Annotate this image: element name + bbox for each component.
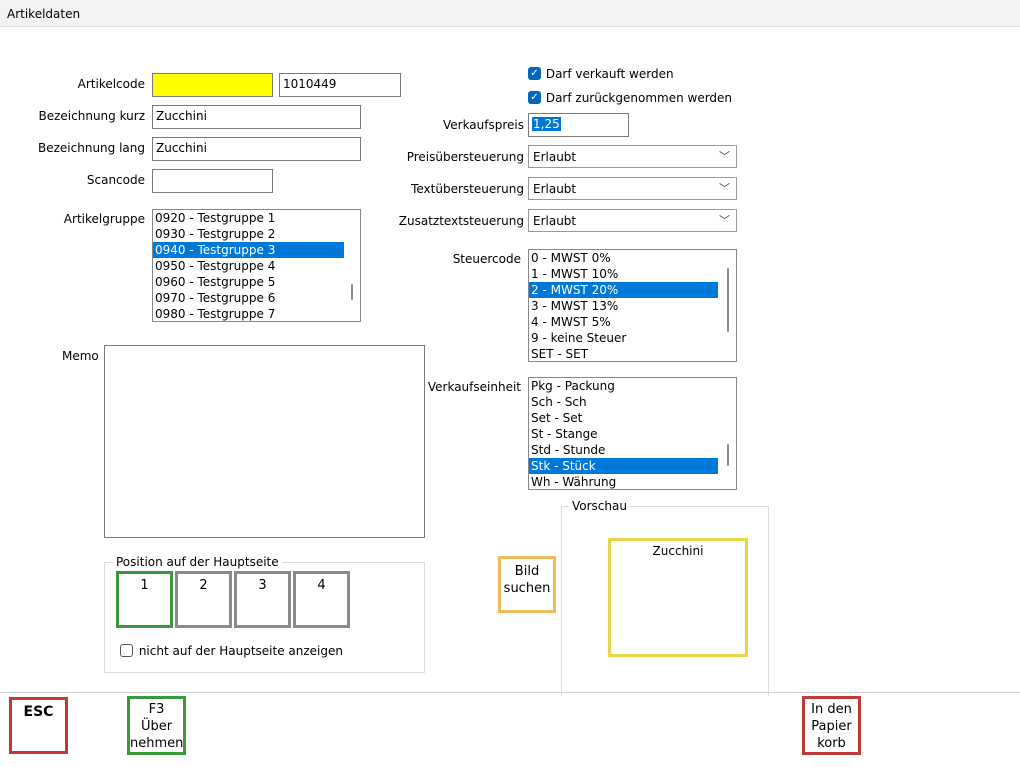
window-title: Artikeldaten: [7, 7, 81, 21]
list-item[interactable]: Sch - Sch: [529, 394, 736, 410]
verkaufspreis-value: 1,25: [532, 117, 561, 131]
bezeichnung-kurz-input[interactable]: Zucchini: [152, 105, 361, 129]
artikelgruppe-scrollbar[interactable]: [351, 284, 353, 300]
list-item[interactable]: 4 - MWST 5%: [529, 314, 736, 330]
textuebersteuerung-value: Erlaubt: [533, 182, 577, 196]
artikelgruppe-label: Artikelgruppe: [63, 212, 145, 226]
list-item[interactable]: SET - SET: [529, 346, 736, 361]
zusatztextsteuerung-label: Zusatztextsteuerung: [398, 214, 524, 228]
bild-suchen-line2: suchen: [503, 581, 551, 596]
list-item[interactable]: St - Stange: [529, 426, 736, 442]
list-item[interactable]: 0970 - Testgruppe 6: [153, 290, 360, 306]
preisuebersteuerung-value: Erlaubt: [533, 150, 577, 164]
list-item-selected[interactable]: 0940 - Testgruppe 3: [153, 242, 344, 258]
footer-separator: [0, 692, 1020, 693]
list-item[interactable]: 3 - MWST 13%: [529, 298, 736, 314]
list-item[interactable]: Pkg - Packung: [529, 378, 736, 394]
preview-tile-text: Zucchini: [652, 544, 704, 558]
chevron-down-icon: ﹀: [719, 214, 730, 227]
list-item[interactable]: Set - Set: [529, 410, 736, 426]
preisuebersteuerung-select[interactable]: Erlaubt ﹀: [528, 145, 737, 168]
papierkorb-button[interactable]: In den Papier korb: [802, 696, 861, 755]
f3-line1: F3: [148, 702, 165, 717]
f3-uebernehmen-button[interactable]: F3 Über nehmen: [127, 696, 186, 755]
memo-textarea[interactable]: [104, 345, 425, 538]
verkaufspreis-label: Verkaufspreis: [442, 118, 524, 132]
hide-checkbox-row[interactable]: nicht auf der Hauptseite anzeigen: [120, 643, 343, 658]
zusatztextsteuerung-select[interactable]: Erlaubt ﹀: [528, 209, 737, 232]
position-button-2[interactable]: 2: [175, 571, 232, 628]
darf-zurueck-label: Darf zurückgenommen werden: [545, 90, 733, 105]
steuercode-scrollbar[interactable]: [727, 268, 729, 332]
title-bar: Artikeldaten: [0, 0, 1020, 27]
position-button-3[interactable]: 3: [234, 571, 291, 628]
memo-label: Memo: [62, 349, 99, 363]
bezeichnung-lang-input[interactable]: Zucchini: [152, 137, 361, 161]
artikelnummer-input[interactable]: 1010449: [279, 73, 401, 97]
textuebersteuerung-label: Textübersteuerung: [411, 182, 524, 196]
textuebersteuerung-select[interactable]: Erlaubt ﹀: [528, 177, 737, 200]
verkaufseinheit-list[interactable]: Pkg - Packung Sch - Sch Set - Set St - S…: [528, 377, 737, 490]
papierkorb-line2: Papier: [811, 719, 852, 734]
chevron-down-icon: ﹀: [719, 182, 730, 195]
list-item[interactable]: 0930 - Testgruppe 2: [153, 226, 360, 242]
position-button-4[interactable]: 4: [293, 571, 350, 628]
list-item[interactable]: 0 - MWST 0%: [529, 250, 736, 266]
hide-checkbox-label: nicht auf der Hauptseite anzeigen: [138, 643, 343, 658]
f3-line3: nehmen: [130, 736, 184, 751]
list-item[interactable]: Std - Stunde: [529, 442, 736, 458]
list-item[interactable]: 0980 - Testgruppe 7: [153, 306, 360, 321]
darf-zurueck-row[interactable]: ✓ Darf zurückgenommen werden: [528, 90, 732, 105]
darf-verkauft-checkbox[interactable]: ✓: [528, 67, 541, 80]
hide-checkbox[interactable]: [120, 644, 133, 657]
papierkorb-line1: In den: [811, 702, 852, 717]
verkaufseinheit-label: Verkaufseinheit: [427, 380, 521, 394]
bezeichnung-kurz-label: Bezeichnung kurz: [38, 109, 146, 123]
preisuebersteuerung-label: Preisübersteuerung: [406, 150, 524, 164]
preview-group-title: Vorschau: [569, 499, 630, 513]
list-item[interactable]: 0960 - Testgruppe 5: [153, 274, 360, 290]
list-item[interactable]: 0950 - Testgruppe 4: [153, 258, 360, 274]
bild-suchen-button[interactable]: Bild suchen: [498, 556, 556, 613]
list-item[interactable]: 9 - keine Steuer: [529, 330, 736, 346]
artikelcode-label: Artikelcode: [77, 77, 145, 91]
preview-tile: Zucchini: [608, 538, 748, 657]
steuercode-label: Steuercode: [452, 252, 521, 266]
scancode-input[interactable]: [152, 169, 273, 193]
list-item[interactable]: 1 - MWST 10%: [529, 266, 736, 282]
list-item[interactable]: 0920 - Testgruppe 1: [153, 210, 360, 226]
position-button-1[interactable]: 1: [116, 571, 173, 628]
verkaufseinheit-scrollbar[interactable]: [727, 444, 729, 466]
bild-suchen-line1: Bild: [514, 564, 540, 579]
bezeichnung-lang-label: Bezeichnung lang: [38, 141, 145, 155]
darf-verkauft-row[interactable]: ✓ Darf verkauft werden: [528, 66, 674, 81]
steuercode-list[interactable]: 0 - MWST 0% 1 - MWST 10% 2 - MWST 20% 3 …: [528, 249, 737, 362]
darf-verkauft-label: Darf verkauft werden: [545, 66, 674, 81]
esc-button[interactable]: ESC: [9, 697, 68, 754]
f3-line2: Über: [140, 719, 173, 734]
position-group-title: Position auf der Hauptseite: [113, 555, 282, 569]
scancode-label: Scancode: [86, 173, 145, 187]
papierkorb-line3: korb: [817, 736, 846, 751]
list-item-selected[interactable]: Stk - Stück: [529, 458, 718, 474]
chevron-down-icon: ﹀: [719, 150, 730, 163]
list-item[interactable]: Wh - Währung: [529, 474, 736, 489]
darf-zurueck-checkbox[interactable]: ✓: [528, 91, 541, 104]
list-item-selected[interactable]: 2 - MWST 20%: [529, 282, 718, 298]
verkaufspreis-input[interactable]: 1,25: [528, 113, 629, 137]
artikelgruppe-list[interactable]: 0920 - Testgruppe 1 0930 - Testgruppe 2 …: [152, 209, 361, 322]
zusatztextsteuerung-value: Erlaubt: [533, 214, 577, 228]
artikelcode-input[interactable]: [152, 73, 273, 97]
